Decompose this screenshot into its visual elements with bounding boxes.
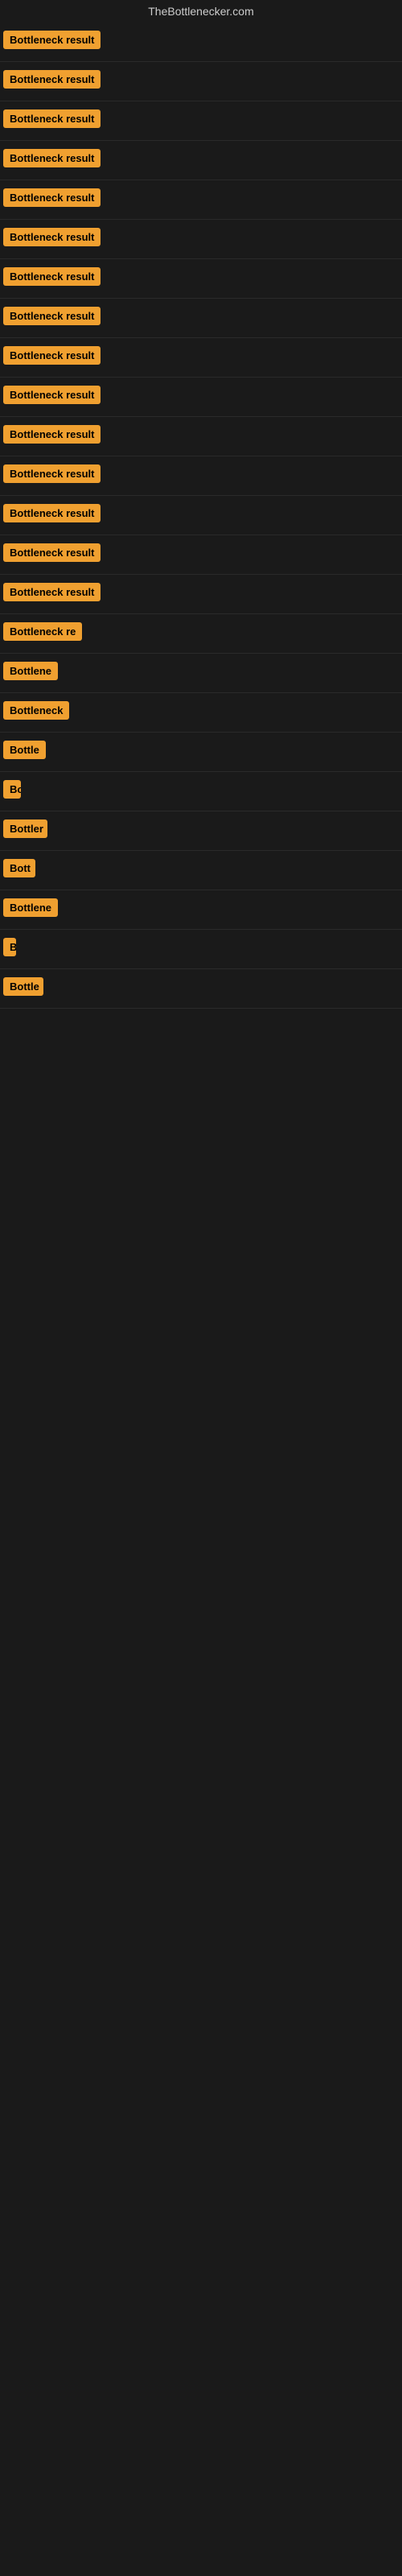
bottleneck-badge-13[interactable]: Bottleneck result <box>3 504 100 522</box>
bottleneck-badge-20[interactable]: Bo <box>3 780 21 799</box>
result-row-25[interactable]: Bottle <box>0 969 402 1009</box>
result-row-7[interactable]: Bottleneck result <box>0 259 402 299</box>
result-row-12[interactable]: Bottleneck result <box>0 456 402 496</box>
bottleneck-badge-8[interactable]: Bottleneck result <box>3 307 100 325</box>
bottleneck-badge-2[interactable]: Bottleneck result <box>3 70 100 89</box>
result-row-5[interactable]: Bottleneck result <box>0 180 402 220</box>
result-row-2[interactable]: Bottleneck result <box>0 62 402 101</box>
result-row-10[interactable]: Bottleneck result <box>0 378 402 417</box>
result-row-14[interactable]: Bottleneck result <box>0 535 402 575</box>
bottleneck-badge-24[interactable]: B <box>3 938 16 956</box>
result-row-8[interactable]: Bottleneck result <box>0 299 402 338</box>
result-row-18[interactable]: Bottleneck <box>0 693 402 733</box>
bottleneck-badge-9[interactable]: Bottleneck result <box>3 346 100 365</box>
result-row-19[interactable]: Bottle <box>0 733 402 772</box>
result-row-4[interactable]: Bottleneck result <box>0 141 402 180</box>
result-row-13[interactable]: Bottleneck result <box>0 496 402 535</box>
result-row-16[interactable]: Bottleneck re <box>0 614 402 654</box>
result-row-15[interactable]: Bottleneck result <box>0 575 402 614</box>
bottleneck-badge-23[interactable]: Bottlene <box>3 898 58 917</box>
result-row-22[interactable]: Bott <box>0 851 402 890</box>
bottleneck-badge-17[interactable]: Bottlene <box>3 662 58 680</box>
result-row-11[interactable]: Bottleneck result <box>0 417 402 456</box>
result-row-23[interactable]: Bottlene <box>0 890 402 930</box>
result-row-24[interactable]: B <box>0 930 402 969</box>
bottleneck-badge-14[interactable]: Bottleneck result <box>3 543 100 562</box>
result-row-21[interactable]: Bottler <box>0 811 402 851</box>
bottleneck-badge-5[interactable]: Bottleneck result <box>3 188 100 207</box>
bottleneck-badge-11[interactable]: Bottleneck result <box>3 425 100 444</box>
result-row-20[interactable]: Bo <box>0 772 402 811</box>
bottleneck-badge-15[interactable]: Bottleneck result <box>3 583 100 601</box>
bottleneck-badge-21[interactable]: Bottler <box>3 819 47 838</box>
bottleneck-badge-1[interactable]: Bottleneck result <box>3 31 100 49</box>
bottleneck-badge-18[interactable]: Bottleneck <box>3 701 69 720</box>
site-title: TheBottlenecker.com <box>0 0 402 23</box>
bottleneck-badge-25[interactable]: Bottle <box>3 977 43 996</box>
bottleneck-badge-22[interactable]: Bott <box>3 859 35 877</box>
bottleneck-badge-4[interactable]: Bottleneck result <box>3 149 100 167</box>
result-row-6[interactable]: Bottleneck result <box>0 220 402 259</box>
bottleneck-badge-19[interactable]: Bottle <box>3 741 46 759</box>
results-container: Bottleneck result Bottleneck result Bottle… <box>0 23 402 1009</box>
bottleneck-badge-6[interactable]: Bottleneck result <box>3 228 100 246</box>
bottleneck-badge-10[interactable]: Bottleneck result <box>3 386 100 404</box>
result-row-9[interactable]: Bottleneck result <box>0 338 402 378</box>
bottleneck-badge-3[interactable]: Bottleneck result <box>3 109 100 128</box>
result-row-1[interactable]: Bottleneck result <box>0 23 402 62</box>
bottleneck-badge-16[interactable]: Bottleneck re <box>3 622 82 641</box>
bottleneck-badge-12[interactable]: Bottleneck result <box>3 464 100 483</box>
result-row-17[interactable]: Bottlene <box>0 654 402 693</box>
bottleneck-badge-7[interactable]: Bottleneck result <box>3 267 100 286</box>
result-row-3[interactable]: Bottleneck result <box>0 101 402 141</box>
